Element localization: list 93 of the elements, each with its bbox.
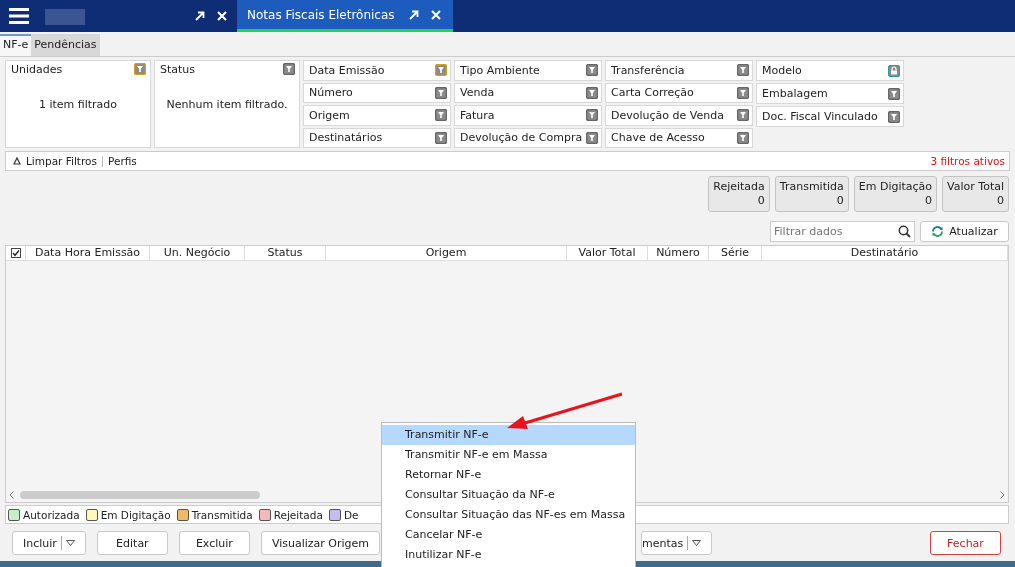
close-button[interactable]: Fechar (930, 531, 1001, 555)
filter-icon[interactable] (586, 131, 598, 144)
column-header[interactable]: Origem (326, 246, 567, 260)
lock-icon[interactable] (888, 64, 900, 77)
filter-chip[interactable]: Doc. Fiscal Vinculado (756, 106, 904, 127)
action-button[interactable]: Excluir (178, 531, 250, 555)
filter-icon[interactable] (586, 109, 598, 122)
filter-chip[interactable]: Modelo (756, 60, 904, 81)
profiles-link[interactable]: Perfis (107, 155, 137, 167)
filter-icon[interactable] (586, 86, 598, 99)
filter-icon[interactable] (737, 64, 749, 77)
column-header[interactable]: Un. Negócio (150, 246, 245, 260)
refresh-button[interactable]: Atualizar (920, 221, 1009, 242)
filter-icon[interactable] (283, 63, 295, 75)
column-header[interactable]: Data Hora Emissão (26, 246, 150, 260)
card-value: 0 (836, 194, 844, 208)
filter-chip[interactable]: Devolução de Venda (605, 105, 753, 126)
filter-chip[interactable]: Fatura (454, 105, 602, 126)
column-header[interactable]: Status (245, 246, 326, 260)
filter-chip[interactable]: Transferência (605, 60, 753, 81)
menu-item[interactable]: Transmitir NF-e em Massa (382, 445, 635, 465)
card-label: Em Digitação (858, 180, 933, 194)
card-value: 0 (757, 194, 765, 208)
menu-item[interactable]: Inutilizar NF-e (382, 545, 635, 565)
filter-summary: Nenhum item filtrado. (165, 97, 289, 113)
filter-title: Unidades (11, 63, 63, 76)
filter-chip[interactable]: Data Emissão (303, 60, 451, 81)
filter-chip[interactable]: Tipo Ambiente (454, 60, 602, 81)
legend-label: De (343, 508, 359, 521)
filter-title: Status (160, 63, 196, 76)
filter-chip[interactable]: Embalagem (756, 83, 904, 104)
filter-panel[interactable]: Unidades 1 item filtrado (5, 60, 151, 148)
legend-label: Rejeitada (273, 508, 323, 521)
filter-chip[interactable]: Devolução de Compra (454, 127, 602, 148)
filter-icon[interactable] (435, 86, 447, 99)
menu-item[interactable]: Retornar NF-e (382, 465, 635, 485)
caret-icon (692, 540, 702, 546)
filter-panel[interactable]: Status Nenhum item filtrado. (154, 60, 300, 148)
filter-chip[interactable]: Número (303, 82, 451, 103)
tab[interactable]: NF-e (0, 34, 32, 56)
expand-icon[interactable] (195, 11, 205, 21)
filter-chip[interactable]: Chave de Acesso (605, 127, 753, 148)
search-icon[interactable] (898, 225, 911, 238)
card-label: Rejeitada (713, 180, 765, 194)
legend-label: Autorizada (23, 508, 80, 521)
filter-summary: 1 item filtrado (37, 97, 119, 113)
filter-icon[interactable] (888, 110, 900, 123)
scroll-right-icon[interactable] (1000, 491, 1005, 499)
card-value: 0 (925, 194, 933, 208)
filter-icon[interactable] (737, 86, 749, 99)
filter-icon[interactable] (888, 87, 900, 100)
expand-icon[interactable] (408, 9, 419, 20)
action-button[interactable]: mentas (641, 531, 713, 555)
card-label: Transmitida (779, 180, 844, 194)
close-icon[interactable] (430, 9, 441, 20)
scroll-left-icon[interactable] (9, 491, 14, 499)
filter-chip[interactable]: Carta Correção (605, 82, 753, 103)
checkbox[interactable] (10, 248, 21, 258)
menu-item[interactable]: Cancelar NF-e (382, 525, 635, 545)
card-value: 0 (997, 194, 1004, 208)
action-button[interactable]: Incluir (12, 531, 86, 555)
filter-icon[interactable] (737, 131, 749, 144)
menu-item[interactable]: Consultar Situação da NF-e (382, 485, 635, 505)
caret-icon (65, 540, 75, 546)
filter-chip[interactable]: Origem (303, 105, 451, 126)
filter-icon[interactable] (435, 131, 447, 144)
search-field[interactable]: Filtrar dados (770, 221, 915, 242)
menu-item[interactable]: Transmitir NF-e (382, 425, 635, 445)
refresh-icon (931, 225, 945, 238)
menu-icon[interactable] (9, 8, 29, 24)
filter-icon[interactable] (134, 63, 146, 75)
active-filters-count: 3 filtros ativos (930, 155, 1005, 167)
tab[interactable]: Pendências (31, 34, 100, 56)
filter-chip[interactable]: Destinatários (303, 127, 451, 148)
close-icon[interactable] (217, 11, 227, 21)
column-header[interactable]: Valor Total (567, 246, 648, 260)
column-header[interactable]: Destinatário (762, 246, 1008, 260)
filter-icon[interactable] (435, 109, 447, 122)
column-header[interactable]: Série (709, 246, 762, 260)
filter-icon[interactable] (737, 109, 749, 122)
logo-placeholder (45, 9, 85, 25)
filter-icon[interactable] (435, 64, 447, 77)
window-tab[interactable]: Notas Fiscais Eletrônicas (237, 0, 453, 32)
legend-label: Em Digitação (100, 508, 171, 521)
action-button[interactable]: Editar (96, 531, 168, 555)
clear-filters-link[interactable]: Limpar Filtros (26, 155, 97, 167)
action-button[interactable]: Visualizar Origem (260, 531, 380, 555)
filter-chip[interactable]: Venda (454, 82, 602, 103)
filter-icon[interactable] (586, 64, 598, 77)
card-label: Valor Total (947, 180, 1004, 194)
menu-item[interactable]: Consultar Situação das NF-es em Massa (382, 505, 635, 525)
column-header[interactable]: Número (648, 246, 709, 260)
legend-label: Transmitida (191, 508, 253, 521)
